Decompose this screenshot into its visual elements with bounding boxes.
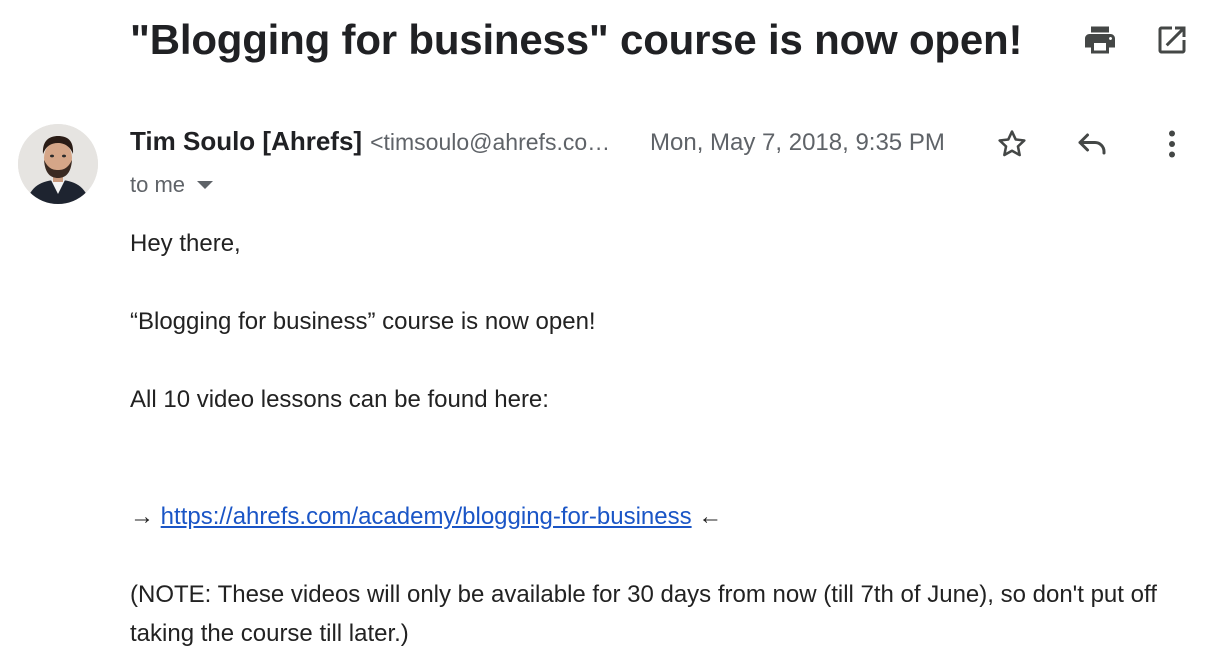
recipient-label: to me (130, 172, 186, 197)
email-body: Hey there, “Blogging for business” cours… (130, 224, 1190, 653)
print-icon[interactable] (1080, 20, 1120, 60)
course-link[interactable]: https://ahrefs.com/academy/blogging-for-… (161, 503, 692, 530)
email-date[interactable]: Mon, May 7, 2018, 9:35 PM (650, 129, 945, 157)
reply-icon[interactable] (1072, 124, 1112, 164)
sender-line: Tim Soulo [Ahrefs] <timsoulo@ahrefs.co… (130, 126, 610, 162)
sender-email[interactable]: <timsoulo@ahrefs.co… (370, 129, 610, 156)
email-header: "Blogging for business" course is now op… (0, 0, 1214, 84)
chevron-down-icon[interactable] (197, 181, 214, 189)
arrow-left: ← (698, 503, 723, 530)
body-greeting: Hey there, (130, 230, 241, 257)
recipient-details-toggle[interactable]: to me (130, 170, 214, 200)
email-subject: "Blogging for business" course is now op… (130, 16, 1023, 63)
open-in-new-window-icon[interactable] (1152, 20, 1192, 60)
more-vertical-icon[interactable] (1152, 124, 1192, 164)
sender-name[interactable]: Tim Soulo [Ahrefs] (130, 126, 362, 157)
body-link-line: → https://ahrefs.com/academy/blogging-fo… (130, 497, 1190, 536)
body-line-lessons: All 10 video lessons can be found here: (130, 386, 549, 413)
star-icon[interactable] (992, 124, 1032, 164)
body-note: (NOTE: These videos will only be availab… (130, 581, 1157, 647)
body-line-course-open: “Blogging for business” course is now op… (130, 308, 596, 335)
sender-avatar[interactable] (18, 124, 98, 204)
arrow-right: → (130, 503, 154, 530)
